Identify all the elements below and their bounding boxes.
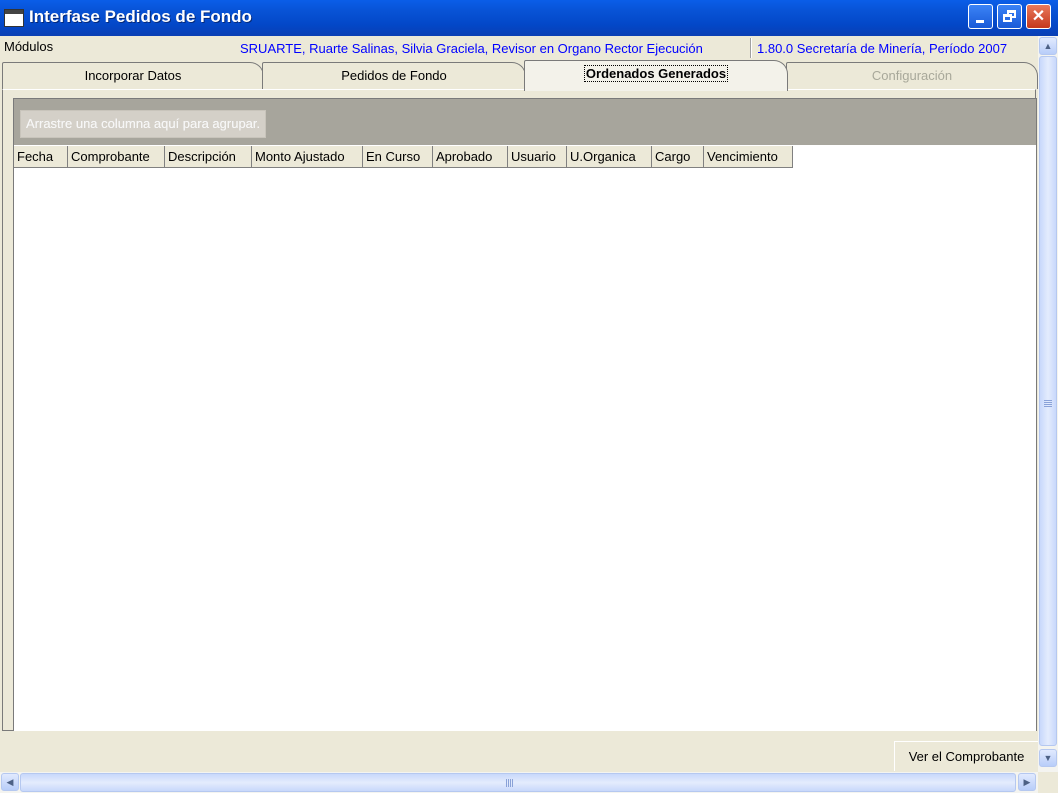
column-header-comprobante[interactable]: Comprobante (68, 146, 165, 168)
divider (750, 38, 752, 58)
grid-body[interactable] (14, 169, 1036, 731)
tab-configuracion: Configuración (786, 62, 1038, 89)
tab-incorporar-datos[interactable]: Incorporar Datos (2, 62, 264, 89)
vertical-scroll-thumb[interactable] (1039, 56, 1057, 746)
grip-icon (1044, 400, 1052, 401)
scrollbar-corner (1038, 772, 1058, 793)
column-header-monto-ajustado[interactable]: Monto Ajustado (252, 146, 363, 168)
user-info: SRUARTE, Ruarte Salinas, Silvia Graciela… (240, 41, 703, 56)
app-icon[interactable] (4, 9, 24, 27)
chevron-left-icon: ◀ (6, 777, 14, 787)
chevron-down-icon: ▼ (1043, 753, 1053, 763)
scroll-down-button[interactable]: ▼ (1039, 749, 1057, 767)
column-header-fecha[interactable]: Fecha (14, 146, 68, 168)
tab-label: Pedidos de Fondo (341, 68, 447, 83)
version-info: 1.80.0 Secretaría de Minería, Período 20… (757, 41, 1008, 56)
info-row: Módulos SRUARTE, Ruarte Salinas, Silvia … (0, 36, 1038, 60)
title-bar[interactable]: Interfase Pedidos de Fondo ✕ (0, 0, 1058, 36)
close-button[interactable]: ✕ (1026, 4, 1051, 29)
chevron-up-icon: ▲ (1043, 41, 1053, 51)
ver-comprobante-button[interactable]: Ver el Comprobante (894, 741, 1038, 771)
tab-panel: Arrastre una columna aquí para agrupar. … (2, 89, 1037, 732)
data-grid[interactable]: Arrastre una columna aquí para agrupar. … (13, 98, 1037, 732)
tab-ordenados-generados[interactable]: Ordenados Generados (524, 60, 788, 91)
grip-icon (506, 779, 507, 787)
group-by-hint-text: Arrastre una columna aquí para agrupar. (26, 116, 261, 131)
column-header-en-curso[interactable]: En Curso (363, 146, 433, 168)
tab-strip: Incorporar Datos Pedidos de Fondo Ordena… (0, 60, 1038, 91)
minimize-button[interactable] (968, 4, 993, 29)
tab-pedidos-de-fondo[interactable]: Pedidos de Fondo (262, 62, 526, 89)
restore-icon-front (1003, 14, 1012, 22)
minimize-icon (976, 20, 984, 23)
chevron-right-icon: ▶ (1023, 777, 1031, 787)
tab-label: Ordenados Generados (583, 65, 729, 82)
column-header-u-organica[interactable]: U.Organica (567, 146, 652, 168)
column-header-aprobado[interactable]: Aprobado (433, 146, 508, 168)
bottom-bar: Ver el Comprobante (0, 731, 1038, 771)
vertical-scrollbar[interactable]: ▲ ▼ (1038, 36, 1058, 772)
scroll-up-button[interactable]: ▲ (1039, 37, 1057, 55)
tab-label: Configuración (871, 68, 953, 83)
scroll-left-button[interactable]: ◀ (1, 773, 19, 791)
column-header-usuario[interactable]: Usuario (508, 146, 567, 168)
column-header-descripcion[interactable]: Descripción (165, 146, 252, 168)
window-title: Interfase Pedidos de Fondo (29, 7, 252, 26)
group-by-bar[interactable]: Arrastre una columna aquí para agrupar. (14, 99, 1036, 145)
horizontal-scrollbar[interactable]: ◀ ▶ (0, 772, 1038, 793)
horizontal-scroll-thumb[interactable] (20, 773, 1016, 792)
close-icon: ✕ (1031, 8, 1046, 25)
tab-label: Incorporar Datos (84, 68, 182, 83)
column-header-cargo[interactable]: Cargo (652, 146, 704, 168)
restore-button[interactable] (997, 4, 1022, 29)
scroll-right-button[interactable]: ▶ (1018, 773, 1036, 791)
group-by-hint: Arrastre una columna aquí para agrupar. (20, 110, 267, 138)
column-headers: Fecha Comprobante Descripción Monto Ajus… (14, 146, 793, 168)
modulos-menu[interactable]: Módulos (4, 39, 53, 54)
column-header-vencimiento[interactable]: Vencimiento (704, 146, 793, 168)
